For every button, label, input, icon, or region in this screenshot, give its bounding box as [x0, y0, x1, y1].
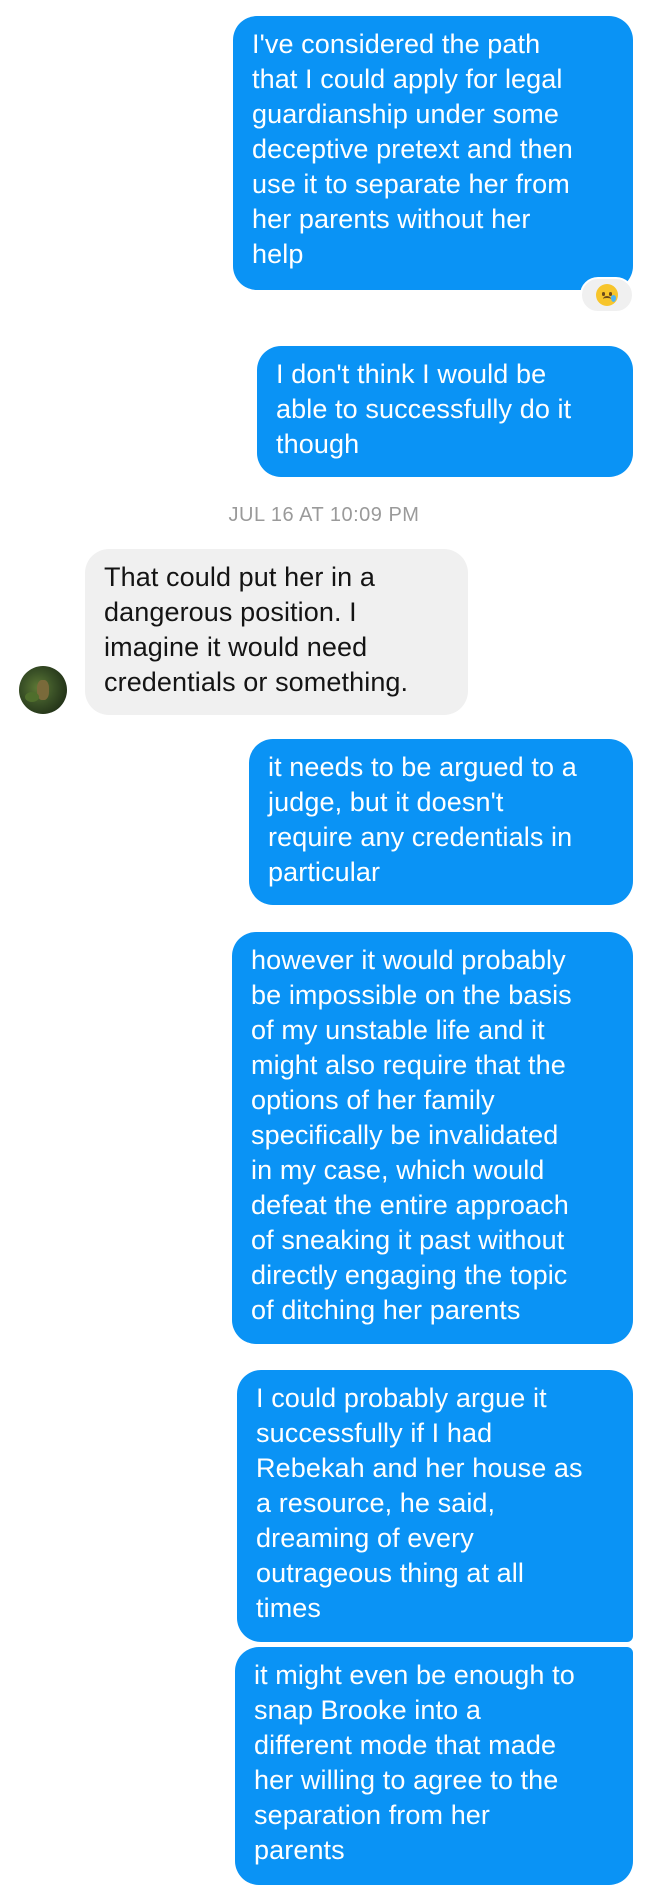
message-bubble-incoming[interactable]: That could put her in a dangerous positi… — [85, 549, 468, 715]
message-bubble-outgoing[interactable]: it needs to be argued to a judge, but it… — [249, 739, 633, 905]
message-bubble-outgoing[interactable]: however it would probably be impossible … — [232, 932, 633, 1344]
crying-face-icon — [596, 284, 618, 306]
conversation-screen: { "messages": [ { "direction": "outgoing… — [0, 0, 648, 1903]
message-bubble-outgoing[interactable]: I don't think I would be able to success… — [257, 346, 633, 477]
message-timestamp: JUL 16 AT 10:09 PM — [228, 504, 420, 526]
message-bubble-outgoing[interactable]: it might even be enough to snap Brooke i… — [235, 1647, 633, 1885]
message-bubble-outgoing[interactable]: I've considered the path that I could ap… — [233, 16, 633, 290]
message-bubble-outgoing[interactable]: I could probably argue it successfully i… — [237, 1370, 633, 1642]
contact-avatar[interactable] — [19, 666, 67, 714]
message-reaction[interactable] — [580, 277, 634, 313]
